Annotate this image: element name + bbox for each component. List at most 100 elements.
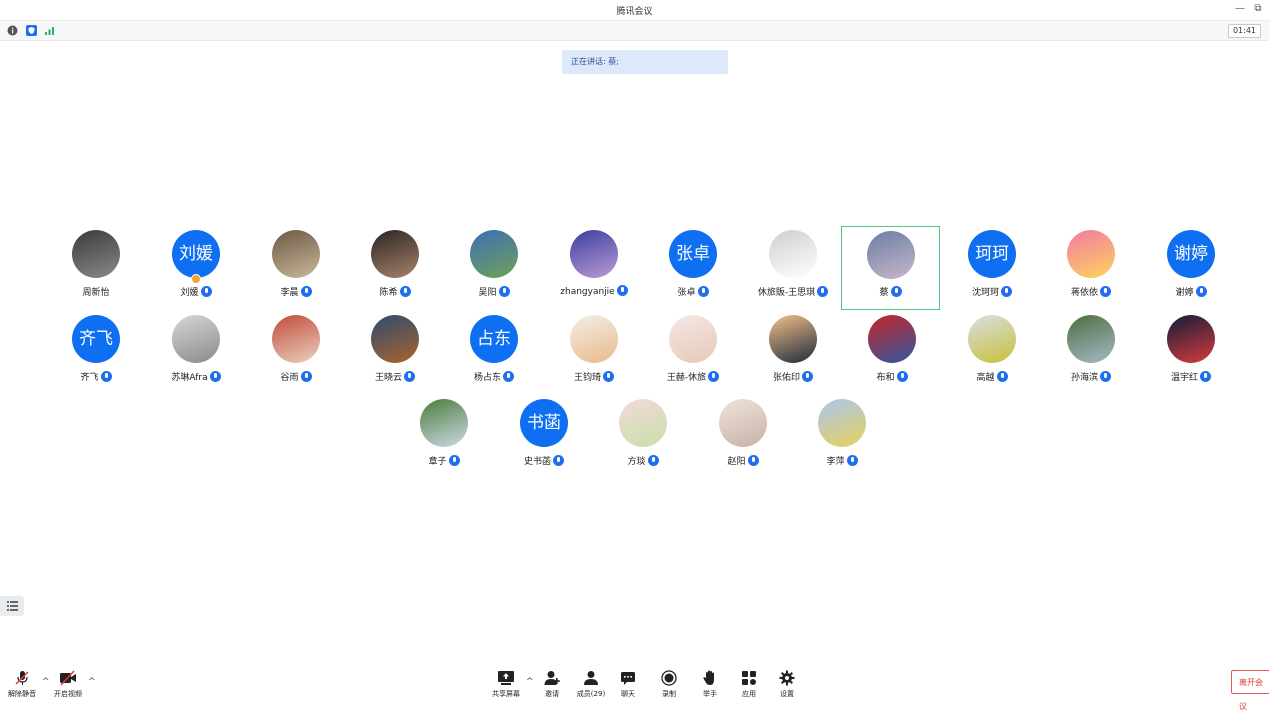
- participant-tile[interactable]: 高越: [942, 315, 1042, 393]
- avatar: [769, 315, 817, 363]
- shield-icon[interactable]: [26, 25, 37, 36]
- participant-tile[interactable]: 谷雨: [246, 315, 346, 393]
- participant-name: 赵阳: [693, 454, 793, 467]
- avatar: [570, 230, 618, 278]
- avatar: [1067, 230, 1115, 278]
- participant-tile[interactable]: 张卓 张卓: [643, 230, 743, 308]
- participant-name-text: 杨占东: [473, 373, 501, 383]
- participant-name: 张卓: [643, 285, 743, 298]
- participant-name-text: 陈希: [379, 288, 398, 298]
- participant-name-text: 章子: [428, 457, 447, 467]
- settings-button[interactable]: 设置: [767, 670, 807, 699]
- gear-icon: [779, 670, 795, 686]
- avatar: [719, 399, 767, 447]
- minimize-button[interactable]: —: [1233, 3, 1247, 14]
- avatar: [272, 230, 320, 278]
- start-video-label: 开启视频: [54, 690, 82, 698]
- participant-tile[interactable]: 李晨: [246, 230, 346, 308]
- invite-icon: [544, 671, 560, 685]
- share-screen-label: 共享屏幕: [492, 690, 520, 698]
- participant-tile[interactable]: 休旅販-王思琪: [743, 230, 843, 308]
- list-icon: [7, 601, 18, 611]
- avatar: [769, 230, 817, 278]
- participant-tile[interactable]: 王赫-休旅: [643, 315, 743, 393]
- leave-meeting-button[interactable]: 离开会议: [1231, 670, 1269, 711]
- members-button[interactable]: 成员(29): [571, 670, 611, 699]
- participant-tile[interactable]: 李萍: [792, 399, 892, 477]
- participant-tile[interactable]: 赵阳: [693, 399, 793, 477]
- invite-label: 邀请: [545, 690, 559, 698]
- participant-tile[interactable]: 王钧琦: [544, 315, 644, 393]
- participant-tile[interactable]: 方琰: [593, 399, 693, 477]
- info-icon[interactable]: [7, 25, 18, 36]
- meeting-timer: 01:41: [1227, 24, 1261, 38]
- participant-tile[interactable]: 布和: [842, 315, 942, 393]
- participant-tile[interactable]: 王晓云: [345, 315, 445, 393]
- invite-button[interactable]: 邀请: [532, 670, 572, 699]
- mic-icon: [647, 455, 659, 466]
- participant-tile[interactable]: 孙海滨: [1041, 315, 1141, 393]
- participant-name-text: 高越: [976, 373, 995, 383]
- avatar: [371, 315, 419, 363]
- start-video-button[interactable]: 开启视频: [48, 670, 88, 699]
- mic-icon: [399, 286, 411, 297]
- participant-name-text: 休旅販-王思琪: [757, 288, 816, 298]
- hand-icon: [703, 670, 714, 685]
- participant-name: 齐飞: [46, 370, 146, 383]
- share-screen-button[interactable]: 共享屏幕: [486, 670, 526, 699]
- avatar: [669, 315, 717, 363]
- participant-tile[interactable]: 苏琳Afra: [146, 315, 246, 393]
- participant-tile[interactable]: 珂珂 沈珂珂: [942, 230, 1042, 308]
- participant-tile[interactable]: 章子: [394, 399, 494, 477]
- participant-tile[interactable]: 占东 杨占东: [444, 315, 544, 393]
- participant-name-text: 蒋依依: [1070, 288, 1098, 298]
- mic-icon: [200, 286, 212, 297]
- list-toggle-button[interactable]: [0, 596, 24, 616]
- signal-icon[interactable]: [44, 25, 55, 36]
- apps-button[interactable]: 应用: [729, 670, 769, 699]
- members-label: 成员(29): [576, 690, 606, 698]
- participant-tile[interactable]: 蒋依依: [1041, 230, 1141, 308]
- participant-tile[interactable]: zhangyanjie: [544, 230, 644, 308]
- chat-button[interactable]: 聊天: [608, 670, 648, 699]
- participant-name: 王钧琦: [544, 370, 644, 383]
- participant-tile[interactable]: 吴阳: [444, 230, 544, 308]
- mic-icon: [747, 455, 759, 466]
- participant-tile[interactable]: 谢婷 谢婷: [1141, 230, 1241, 308]
- mic-icon: [1100, 371, 1111, 382]
- participant-name: 谷雨: [246, 370, 346, 383]
- participant-name-text: 王赫-休旅: [666, 373, 707, 383]
- participant-name-text: 史书菡: [523, 457, 551, 467]
- participant-name-text: 方琰: [627, 457, 646, 467]
- participant-tile[interactable]: 温宇红: [1141, 315, 1241, 393]
- participant-name-text: 苏琳Afra: [171, 373, 208, 383]
- mic-icon: [553, 455, 564, 466]
- unmute-button[interactable]: 解除静音: [2, 670, 42, 699]
- avatar: [968, 315, 1016, 363]
- participant-tile[interactable]: 周新怡: [46, 230, 146, 308]
- participant-tile[interactable]: 刘媛 刘媛: [146, 230, 246, 308]
- participant-tile[interactable]: 书菡 史书菡: [494, 399, 594, 477]
- participant-name: 杨占东: [444, 370, 544, 383]
- record-button[interactable]: 录制: [649, 670, 689, 699]
- participant-name-text: 刘媛: [180, 288, 199, 298]
- avatar: 张卓: [669, 230, 717, 278]
- avatar: [420, 399, 468, 447]
- participant-name-text: 吴阳: [478, 288, 497, 298]
- avatar: [1167, 315, 1215, 363]
- participant-name-text: 谷雨: [280, 373, 299, 383]
- participant-tile[interactable]: 齐飞 齐飞: [46, 315, 146, 393]
- restore-button[interactable]: ⧉: [1251, 3, 1265, 14]
- participant-name-text: 赵阳: [727, 457, 746, 467]
- video-options-caret[interactable]: ^: [88, 677, 96, 687]
- raise-hand-button[interactable]: 举手: [690, 670, 730, 699]
- participant-tile[interactable]: 陈希: [345, 230, 445, 308]
- mic-icon: [846, 455, 858, 466]
- participant-tile[interactable]: 张佑印: [743, 315, 843, 393]
- mic-icon: [100, 371, 112, 382]
- bottom-toolbar: 解除静音 ^ 开启视频 ^ 共享屏幕 ^ 邀请 成员(29) 聊天 录制 举手 …: [0, 666, 1269, 700]
- apps-icon: [742, 671, 756, 685]
- mic-icon: [503, 371, 514, 382]
- participant-tile[interactable]: 蔡: [841, 226, 940, 310]
- mic-icon: [697, 286, 709, 297]
